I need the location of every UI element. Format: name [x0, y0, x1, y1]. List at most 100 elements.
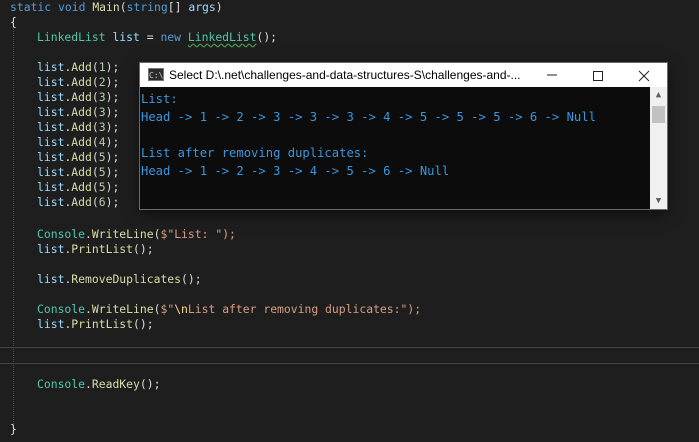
decl-end: (); — [256, 30, 278, 44]
add-method: Add — [71, 105, 92, 119]
add-method: Add — [71, 195, 92, 209]
close-icon — [638, 70, 650, 82]
add-method: Add — [71, 180, 92, 194]
decl-op: = — [139, 30, 161, 44]
scroll-up-arrow-icon[interactable]: ▲ — [650, 87, 667, 103]
paren-close: ) — [215, 0, 223, 14]
printlist-call-1[interactable]: list.PrintList(); — [37, 242, 154, 257]
add-obj: list — [37, 165, 65, 179]
maximize-icon — [593, 71, 603, 81]
remove-end: (); — [181, 272, 202, 286]
close-brace[interactable]: } — [10, 422, 17, 437]
minimize-button[interactable] — [529, 63, 575, 87]
current-line-highlight — [0, 347, 699, 364]
add-obj: list — [37, 75, 65, 89]
add-arg: 5 — [98, 150, 106, 164]
writeline-after-removal[interactable]: Console.WriteLine($"\nList after removin… — [37, 302, 421, 317]
writeline-list[interactable]: Console.WriteLine($"List: "); — [37, 227, 236, 242]
param-name: args — [188, 0, 216, 14]
method-signature[interactable]: static void Main(string[] args) — [10, 0, 223, 15]
string-prefix: $" — [160, 227, 175, 241]
add-call[interactable]: list.Add(6); — [37, 195, 119, 210]
maximize-button[interactable] — [575, 63, 621, 87]
add-obj: list — [37, 180, 65, 194]
console-window[interactable]: C:\ Select D:\.net\challenges-and-data-s… — [140, 63, 667, 209]
close-button[interactable] — [621, 63, 667, 87]
string-prefix: $" — [160, 302, 175, 316]
console-class: Console — [37, 302, 86, 316]
console-app-icon: C:\ — [148, 68, 164, 81]
writeline-method: WriteLine — [91, 227, 154, 241]
add-arg: 6 — [98, 195, 106, 209]
printlist-obj: list — [37, 242, 65, 256]
printlist-call-2[interactable]: list.PrintList(); — [37, 317, 154, 332]
console-line: List after removing duplicates: — [141, 146, 369, 160]
add-call[interactable]: list.Add(4); — [37, 135, 119, 150]
add-call[interactable]: list.Add(5); — [37, 165, 119, 180]
list-declaration[interactable]: LinkedList list = new LinkedList(); — [37, 30, 277, 45]
console-line: Head -> 1 -> 2 -> 3 -> 4 -> 5 -> 6 -> Nu… — [141, 164, 450, 178]
console-scrollbar[interactable]: ▲ ▼ — [650, 87, 667, 209]
decl-ctor: LinkedList — [187, 30, 257, 44]
add-obj: list — [37, 135, 65, 149]
string-text: List after removing duplicates: — [187, 302, 401, 316]
add-method: Add — [71, 135, 92, 149]
add-call[interactable]: list.Add(3); — [37, 90, 119, 105]
add-method: Add — [71, 150, 92, 164]
printlist-end: (); — [133, 317, 154, 331]
readkey-call[interactable]: Console.ReadKey(); — [37, 377, 160, 392]
add-call[interactable]: list.Add(5); — [37, 150, 119, 165]
decl-type: LinkedList — [37, 30, 106, 44]
remove-method: RemoveDuplicates — [71, 272, 182, 286]
readkey-method: ReadKey — [91, 377, 140, 391]
printlist-method: PrintList — [71, 317, 134, 331]
minimize-icon — [547, 74, 557, 76]
add-arg: 3 — [98, 120, 106, 134]
printlist-obj: list — [37, 317, 65, 331]
printlist-end: (); — [133, 242, 154, 256]
console-title: Select D:\.net\challenges-and-data-struc… — [169, 68, 521, 82]
scrollbar-thumb[interactable] — [652, 106, 665, 123]
scroll-down-arrow-icon[interactable]: ▼ — [650, 193, 667, 209]
add-arg: 3 — [98, 105, 106, 119]
add-method: Add — [71, 90, 92, 104]
add-call[interactable]: list.Add(5); — [37, 180, 119, 195]
add-call[interactable]: list.Add(3); — [37, 105, 119, 120]
printlist-method: PrintList — [71, 242, 134, 256]
keyword-static: static — [10, 0, 52, 14]
decl-var: list — [112, 30, 140, 44]
console-output[interactable]: List: Head -> 1 -> 2 -> 3 -> 3 -> 3 -> 4 … — [140, 87, 650, 209]
add-method: Add — [71, 165, 92, 179]
param-brackets: [] — [167, 0, 189, 14]
open-brace[interactable]: { — [10, 15, 17, 30]
method-name: Main — [92, 0, 120, 14]
add-obj: list — [37, 105, 65, 119]
add-arg: 3 — [98, 90, 106, 104]
readkey-end: (); — [139, 377, 161, 391]
add-obj: list — [37, 90, 65, 104]
add-obj: list — [37, 60, 65, 74]
console-line: Head -> 1 -> 2 -> 3 -> 3 -> 3 -> 4 -> 5 … — [141, 110, 596, 124]
console-line: List: — [141, 92, 178, 106]
keyword-new: new — [160, 30, 182, 44]
param-type: string — [126, 0, 168, 14]
string-close: "); — [215, 227, 236, 241]
remove-duplicates-call[interactable]: list.RemoveDuplicates(); — [37, 272, 202, 287]
add-arg: 1 — [98, 60, 106, 74]
console-class: Console — [37, 227, 86, 241]
add-obj: list — [37, 150, 65, 164]
keyword-void: void — [58, 0, 86, 14]
add-call[interactable]: list.Add(1); — [37, 60, 119, 75]
add-call[interactable]: list.Add(2); — [37, 75, 119, 90]
console-titlebar[interactable]: C:\ Select D:\.net\challenges-and-data-s… — [140, 63, 667, 87]
add-method: Add — [71, 75, 92, 89]
add-arg: 5 — [98, 165, 106, 179]
string-text: List: — [174, 227, 216, 241]
string-close: "); — [400, 302, 422, 316]
add-call[interactable]: list.Add(3); — [37, 120, 119, 135]
add-obj: list — [37, 195, 65, 209]
add-obj: list — [37, 120, 65, 134]
paren-open: ( — [119, 0, 127, 14]
add-arg: 2 — [98, 75, 106, 89]
add-arg: 4 — [98, 135, 106, 149]
